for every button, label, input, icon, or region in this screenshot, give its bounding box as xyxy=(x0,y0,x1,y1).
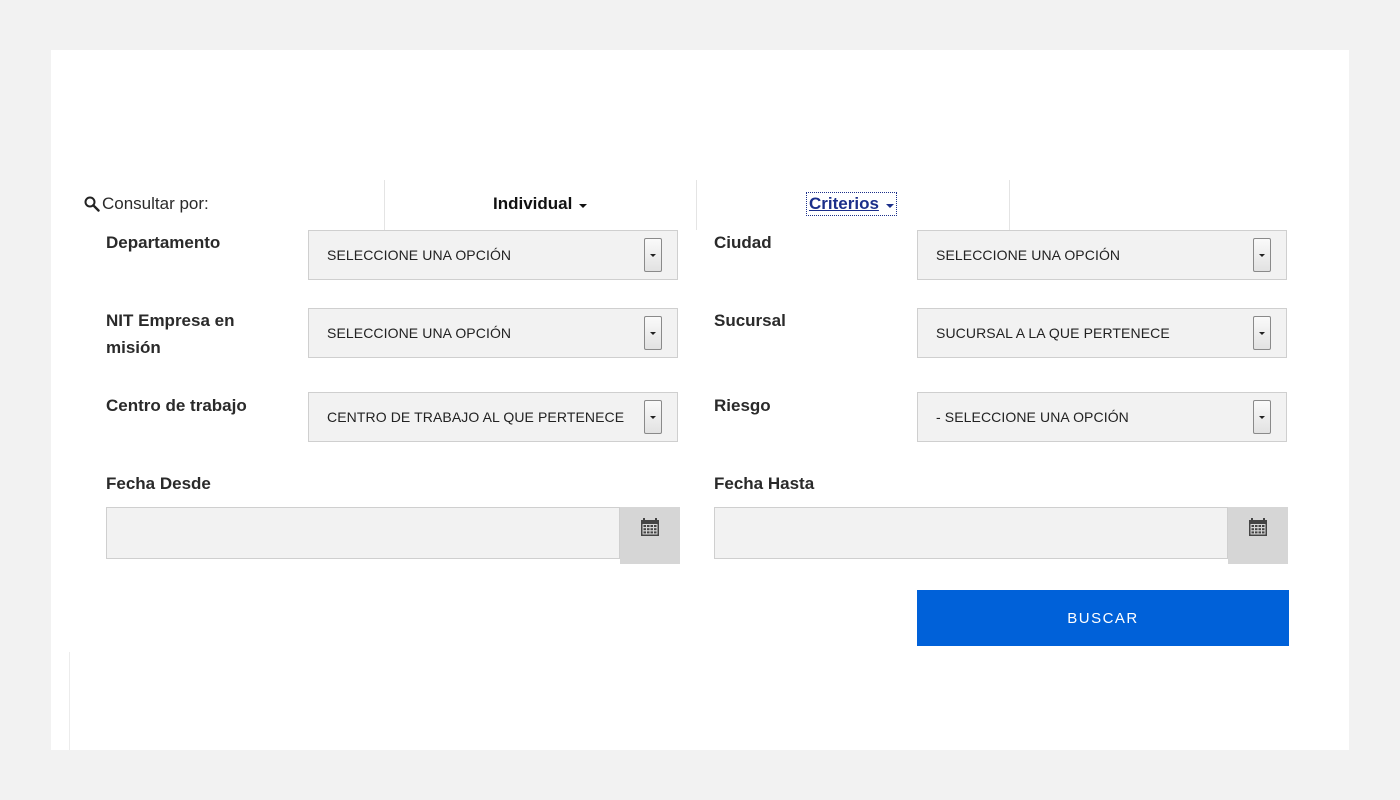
departamento-select[interactable]: SELECCIONE UNA OPCIÓN xyxy=(308,230,678,280)
calendar-icon xyxy=(1249,518,1267,536)
consult-by: Consultar por: xyxy=(84,194,209,214)
fecha-desde-calendar-button[interactable] xyxy=(620,507,680,564)
nit-select[interactable]: SELECCIONE UNA OPCIÓN xyxy=(308,308,678,358)
divider xyxy=(696,180,697,230)
caret-down-icon xyxy=(650,415,656,419)
departamento-value: SELECCIONE UNA OPCIÓN xyxy=(327,247,512,263)
buscar-button[interactable]: BUSCAR xyxy=(917,590,1289,646)
fecha-desde-label: Fecha Desde xyxy=(106,474,211,493)
caret-down-icon xyxy=(1259,415,1265,419)
fecha-hasta-input[interactable] xyxy=(714,507,1228,559)
tab-individual[interactable]: Individual xyxy=(493,194,588,214)
dropdown-button[interactable] xyxy=(1253,238,1271,272)
divider xyxy=(1009,180,1010,230)
nit-label: NIT Empresa en misión xyxy=(106,311,235,357)
sucursal-value: SUCURSAL A LA QUE PERTENECE xyxy=(936,325,1170,341)
ciudad-label: Ciudad xyxy=(714,233,772,252)
sucursal-select[interactable]: SUCURSAL A LA QUE PERTENECE xyxy=(917,308,1287,358)
caret-down-icon xyxy=(650,253,656,257)
tab-criterios[interactable]: Criterios xyxy=(806,192,897,216)
riesgo-value: - SELECCIONE UNA OPCIÓN xyxy=(936,409,1129,425)
tab-individual-label: Individual xyxy=(493,194,573,213)
consult-label: Consultar por: xyxy=(102,194,209,213)
fecha-desde-input[interactable] xyxy=(106,507,620,559)
riesgo-label: Riesgo xyxy=(714,396,771,415)
ciudad-value: SELECCIONE UNA OPCIÓN xyxy=(936,247,1121,263)
caret-down-icon xyxy=(650,331,656,335)
ciudad-select[interactable]: SELECCIONE UNA OPCIÓN xyxy=(917,230,1287,280)
riesgo-select[interactable]: - SELECCIONE UNA OPCIÓN xyxy=(917,392,1287,442)
divider xyxy=(69,652,70,750)
caret-down-icon xyxy=(1259,331,1265,335)
divider xyxy=(384,180,385,230)
centro-value: CENTRO DE TRABAJO AL QUE PERTENECE xyxy=(327,409,625,425)
caret-down-icon xyxy=(885,203,894,208)
dropdown-button[interactable] xyxy=(644,400,662,434)
dropdown-button[interactable] xyxy=(1253,316,1271,350)
search-icon xyxy=(84,196,100,212)
caret-down-icon xyxy=(1259,253,1265,257)
fecha-hasta-calendar-button[interactable] xyxy=(1228,507,1288,564)
dropdown-button[interactable] xyxy=(1253,400,1271,434)
tab-criterios-label: Criterios xyxy=(809,194,879,213)
calendar-icon xyxy=(641,518,659,536)
caret-down-icon xyxy=(579,203,588,208)
dropdown-button[interactable] xyxy=(644,316,662,350)
centro-label: Centro de trabajo xyxy=(106,396,247,415)
fecha-hasta-label: Fecha Hasta xyxy=(714,474,815,493)
sucursal-label: Sucursal xyxy=(714,311,786,330)
dropdown-button[interactable] xyxy=(644,238,662,272)
departamento-label: Departamento xyxy=(106,233,221,252)
centro-select[interactable]: CENTRO DE TRABAJO AL QUE PERTENECE xyxy=(308,392,678,442)
nit-value: SELECCIONE UNA OPCIÓN xyxy=(327,325,512,341)
